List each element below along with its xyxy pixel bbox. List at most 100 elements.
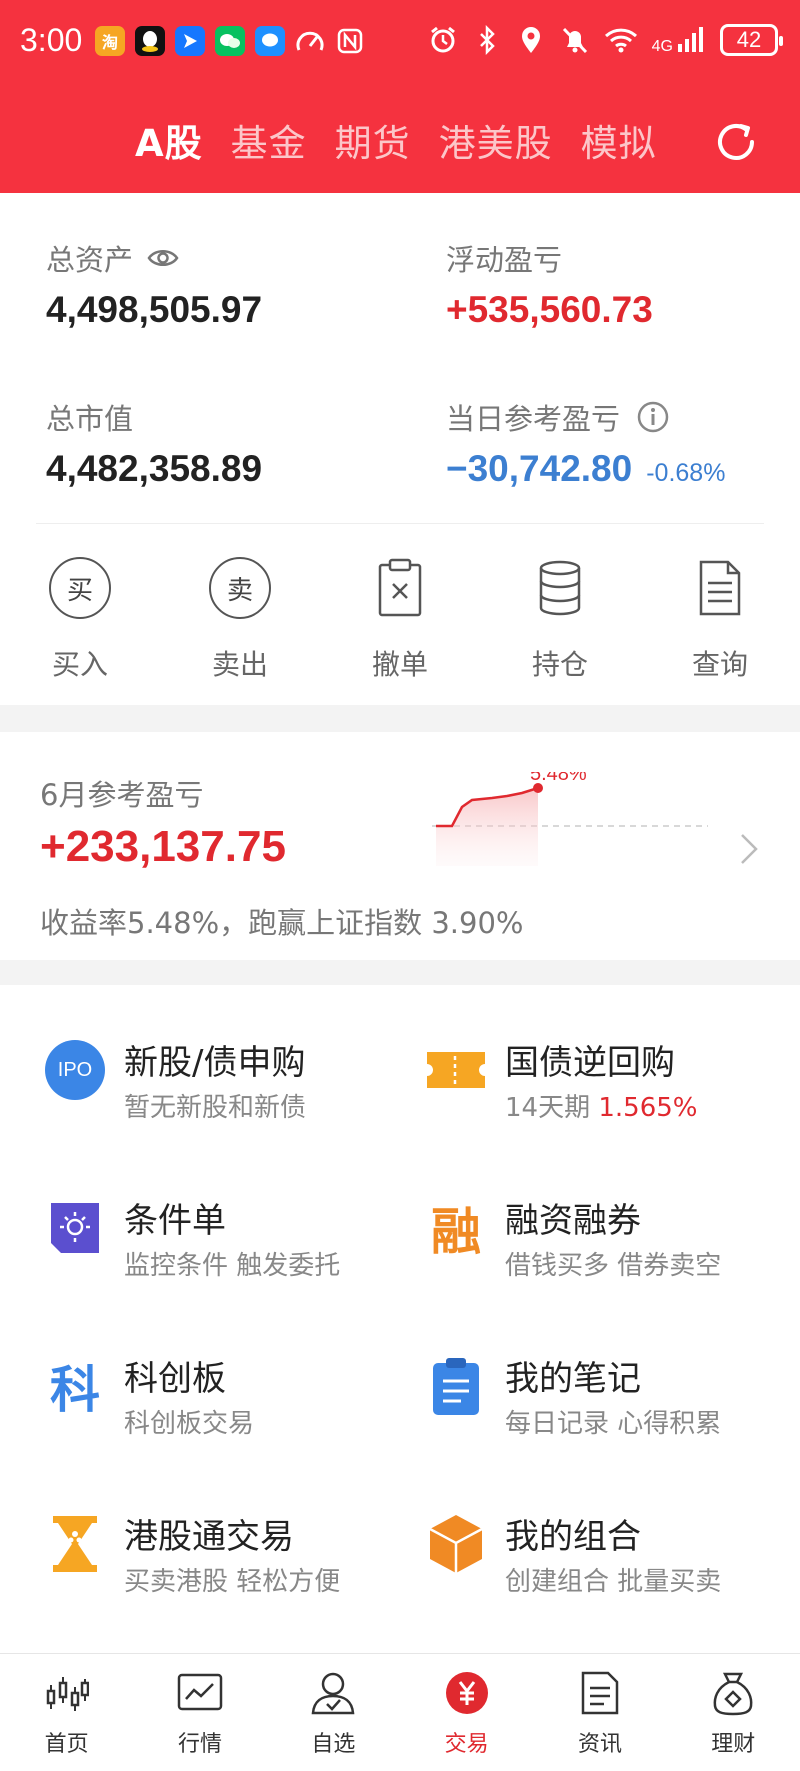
daily-pl-percent: -0.68% xyxy=(646,459,726,487)
star-market-subtitle: 科创板交易 xyxy=(124,1409,255,1439)
condition-order-subtitle: 监控条件 触发委托 xyxy=(124,1251,341,1281)
watchlist-user-icon xyxy=(308,1668,358,1718)
margin-trading-entry[interactable]: 融 融资融券 借钱买多 借券卖空 xyxy=(425,1183,785,1283)
my-portfolio-title: 我的组合 xyxy=(505,1517,641,1557)
margin-title: 融资融券 xyxy=(505,1201,641,1241)
tab-funds[interactable]: 基金 xyxy=(231,113,307,167)
wifi-icon xyxy=(604,28,637,53)
nav-watchlist[interactable]: 自选 xyxy=(267,1654,400,1771)
daily-pl-value: −30,742.80 xyxy=(446,448,633,489)
my-notes-entry[interactable]: 我的笔记 每日记录 心得积累 xyxy=(425,1341,785,1441)
trade-screen: 3:00 淘 4G 42 A股 基金 期货 港美股 模拟 总资产 4,498,5… xyxy=(0,0,800,1771)
speedometer-icon xyxy=(295,26,325,56)
nav-market[interactable]: 行情 xyxy=(133,1654,266,1771)
eye-icon[interactable] xyxy=(147,247,179,269)
margin-icon: 融 xyxy=(431,1203,481,1261)
monthly-pl-card[interactable]: 6月参考盈亏 +233,137.75 收益率5.48%，跑赢上证指数 3.90%… xyxy=(0,732,800,960)
nav-home[interactable]: 首页 xyxy=(0,1654,133,1771)
tab-simulation[interactable]: 模拟 xyxy=(581,113,657,167)
ipo-title: 新股/债申购 xyxy=(124,1043,306,1083)
holdings-button[interactable]: 持仓 xyxy=(480,555,640,683)
total-assets-label: 总资产 xyxy=(46,243,134,277)
buy-button[interactable]: 买 买入 xyxy=(0,555,160,683)
nav-watchlist-label: 自选 xyxy=(311,1732,356,1757)
reverse-repo-subtitle: 14天期 1.565% xyxy=(505,1093,698,1123)
ipo-subscription-entry[interactable]: IPO 新股/债申购 暂无新股和新债 xyxy=(44,1025,404,1125)
sell-button[interactable]: 卖 卖出 xyxy=(160,555,320,683)
star-market-icon: 科 xyxy=(50,1361,100,1419)
tab-a-shares[interactable]: A股 xyxy=(135,113,203,167)
monthly-return-summary: 收益率5.48%，跑赢上证指数 3.90% xyxy=(40,906,524,940)
query-icon xyxy=(687,555,753,621)
system-indicators: 4G 42 xyxy=(428,24,783,56)
total-assets-value: 4,498,505.97 xyxy=(46,289,263,330)
my-portfolio-entry[interactable]: 我的组合 创建组合 批量买卖 xyxy=(425,1499,785,1599)
hk-connect-entry[interactable]: 港股通交易 买卖港股 轻松方便 xyxy=(44,1499,404,1599)
market-value: 4,482,358.89 xyxy=(46,448,263,489)
query-label: 查询 xyxy=(691,648,748,681)
nav-trade-label: 交易 xyxy=(444,1732,489,1757)
nav-market-label: 行情 xyxy=(177,1732,222,1757)
star-market-entry[interactable]: 科 科创板 科创板交易 xyxy=(44,1341,404,1441)
battery-level: 42 xyxy=(736,27,762,52)
nav-wealth-label: 理财 xyxy=(711,1732,756,1757)
header: 3:00 淘 4G 42 A股 基金 期货 港美股 模拟 xyxy=(0,0,800,193)
qq-app-icon xyxy=(135,26,165,56)
quick-actions: 买 买入 卖 卖出 撤单 持仓 查询 xyxy=(0,555,800,683)
account-summary: 总资产 4,498,505.97 浮动盈亏 +535,560.73 总市值 4,… xyxy=(0,193,800,705)
nav-news-label: 资讯 xyxy=(577,1732,622,1757)
query-button[interactable]: 查询 xyxy=(640,555,800,683)
wechat-app-icon xyxy=(215,26,245,56)
nav-home-label: 首页 xyxy=(44,1732,89,1757)
total-assets-label-row: 总资产 xyxy=(46,237,179,279)
ipo-subtitle: 暂无新股和新债 xyxy=(124,1093,307,1123)
floating-pl-label: 浮动盈亏 xyxy=(446,243,563,277)
star-market-title: 科创板 xyxy=(124,1359,226,1399)
chevron-right-icon xyxy=(741,834,758,864)
network-type: 4G xyxy=(651,38,673,55)
cellular-signal-icon: 4G xyxy=(651,26,706,55)
ticket-icon xyxy=(425,1039,487,1101)
status-time: 3:00 xyxy=(20,22,83,58)
refresh-icon[interactable] xyxy=(712,118,760,166)
sell-icon: 卖 xyxy=(207,555,273,621)
sell-label: 卖出 xyxy=(211,648,268,681)
battery-indicator: 42 xyxy=(720,24,783,56)
holdings-label: 持仓 xyxy=(531,648,588,681)
floating-pl-value: +535,560.73 xyxy=(446,289,653,330)
services-grid: IPO 新股/债申购 暂无新股和新债 国债逆回购 14天期 1.565% 条件单… xyxy=(0,985,800,1653)
mute-bell-icon xyxy=(562,27,587,54)
market-value-label: 总市值 xyxy=(46,402,134,436)
nav-trade[interactable]: 交易 xyxy=(400,1654,533,1771)
send-app-icon xyxy=(175,26,205,56)
hk-connect-title: 港股通交易 xyxy=(124,1517,294,1557)
cancel-order-icon xyxy=(367,555,433,621)
condition-order-title: 条件单 xyxy=(124,1201,226,1241)
tab-hk-us-stocks[interactable]: 港美股 xyxy=(439,113,553,167)
nfc-icon xyxy=(335,26,365,56)
info-icon[interactable] xyxy=(636,400,670,434)
my-notes-subtitle: 每日记录 心得积累 xyxy=(505,1409,722,1439)
nav-news[interactable]: 资讯 xyxy=(533,1654,666,1771)
buy-label: 买入 xyxy=(51,648,108,681)
reverse-repo-entry[interactable]: 国债逆回购 14天期 1.565% xyxy=(425,1025,785,1125)
monthly-pl-value: +233,137.75 xyxy=(40,822,286,871)
hourglass-icon xyxy=(44,1513,106,1575)
monthly-pl-label: 6月参考盈亏 xyxy=(40,778,204,812)
reverse-repo-rate: 1.565% xyxy=(598,1093,698,1123)
daily-pl-label-row: 当日参考盈亏 xyxy=(446,396,670,438)
nav-wealth[interactable]: 理财 xyxy=(667,1654,800,1771)
condition-order-entry[interactable]: 条件单 监控条件 触发委托 xyxy=(44,1183,404,1283)
sparkline-peak-label: 5.48% xyxy=(530,772,587,785)
tab-futures[interactable]: 期货 xyxy=(335,113,411,167)
location-icon xyxy=(521,27,540,53)
status-bar: 3:00 淘 4G 42 xyxy=(0,0,800,86)
daily-pl-label: 当日参考盈亏 xyxy=(446,402,621,436)
monthly-sparkline: 5.48% xyxy=(432,772,708,866)
cancel-order-button[interactable]: 撤单 xyxy=(320,555,480,683)
news-icon xyxy=(575,1668,625,1718)
hk-connect-subtitle: 买卖港股 轻松方便 xyxy=(124,1567,341,1597)
my-portfolio-subtitle: 创建组合 批量买卖 xyxy=(505,1567,722,1597)
condition-order-icon xyxy=(44,1197,106,1259)
cancel-order-label: 撤单 xyxy=(371,648,428,681)
